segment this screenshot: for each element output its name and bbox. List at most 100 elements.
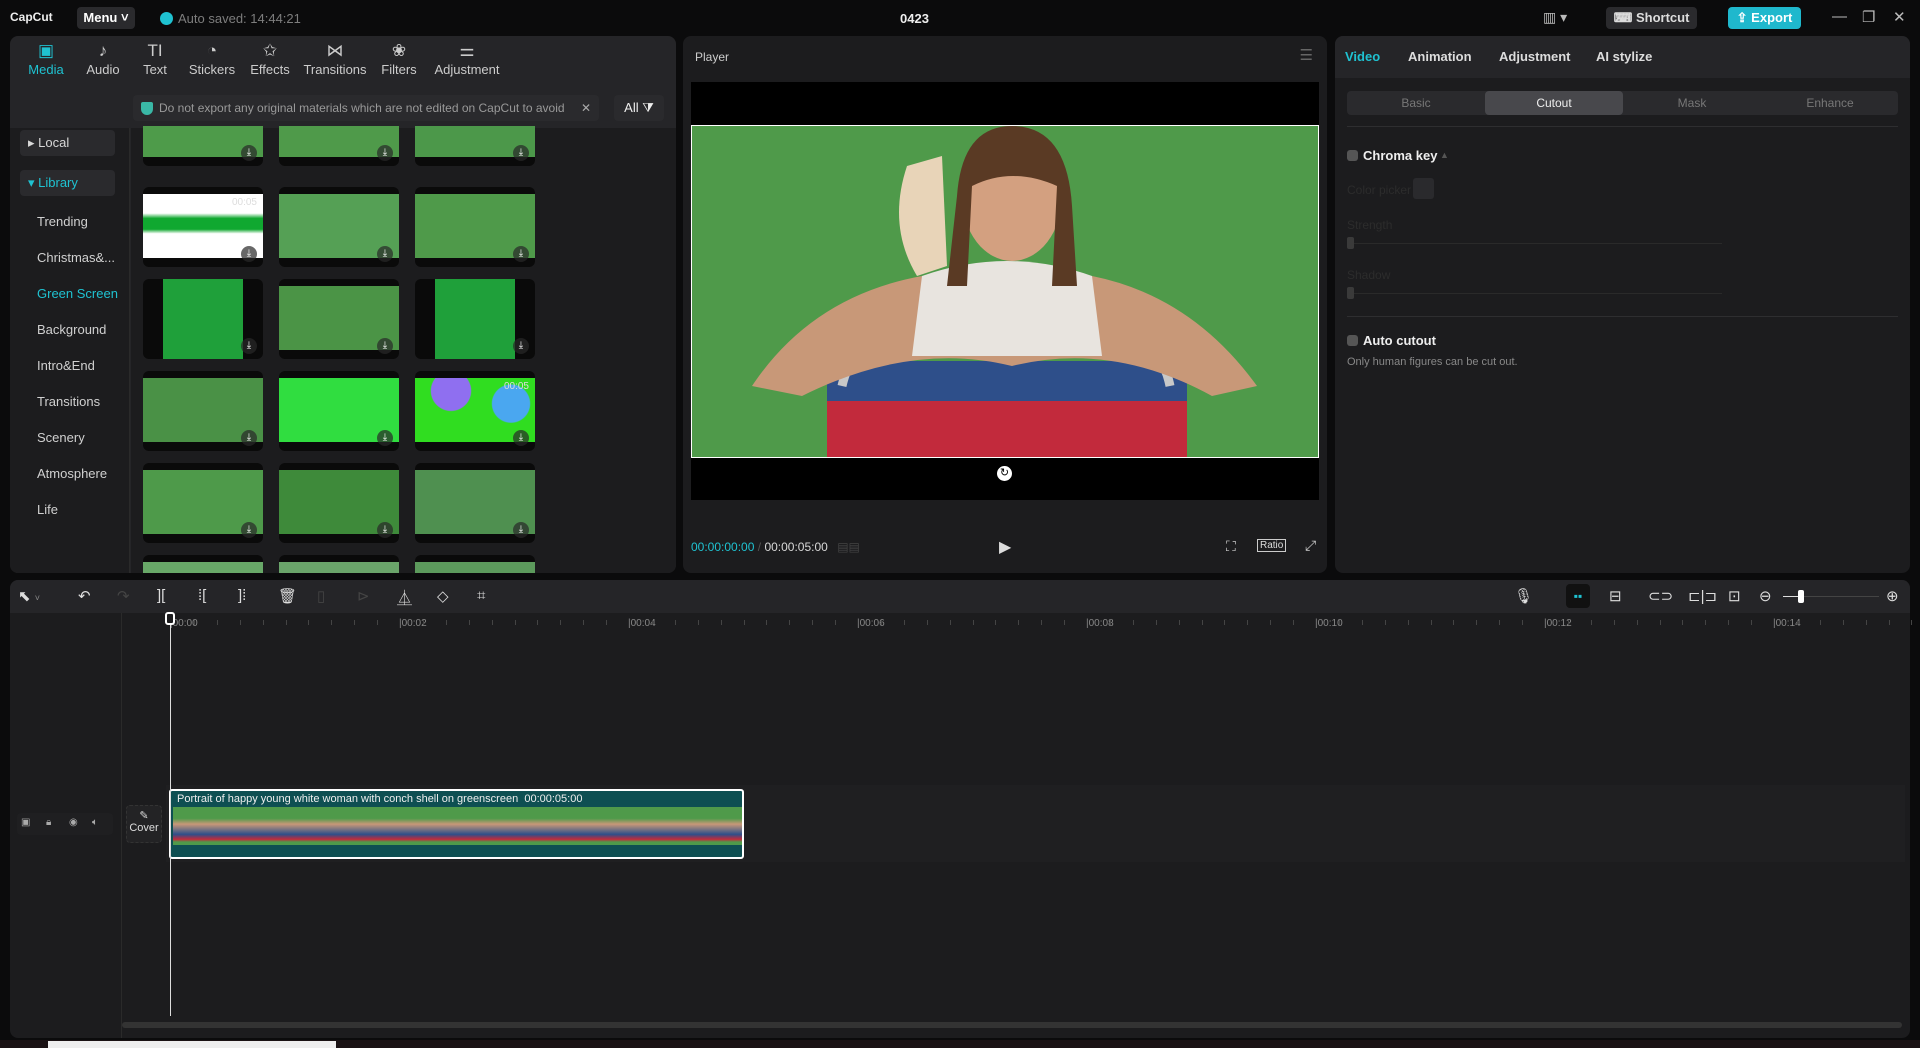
player-menu-icon[interactable]: ☰ bbox=[1300, 46, 1313, 64]
playhead[interactable] bbox=[170, 614, 171, 1016]
download-icon[interactable]: ⤓ bbox=[513, 246, 529, 262]
lock-icon[interactable]: 🔒︎ bbox=[46, 817, 51, 828]
auto-cutout-checkbox[interactable] bbox=[1347, 335, 1358, 346]
download-icon[interactable]: ⤓ bbox=[513, 338, 529, 354]
tab-ai-stylize[interactable]: AI stylize bbox=[1596, 49, 1652, 64]
media-thumbnail[interactable]: 00:05 ⤓ bbox=[415, 371, 535, 451]
media-thumbnail[interactable]: ⤓ bbox=[143, 126, 263, 166]
download-icon[interactable]: ⤓ bbox=[241, 338, 257, 354]
redo-icon[interactable]: ↷ bbox=[117, 587, 130, 605]
subtab-enhance[interactable]: Enhance bbox=[1761, 91, 1899, 115]
download-icon[interactable]: ⤓ bbox=[241, 145, 257, 161]
download-icon[interactable]: ⤓ bbox=[513, 145, 529, 161]
zoom-out-icon[interactable]: ⊖ bbox=[1759, 587, 1772, 605]
media-thumbnail[interactable]: ⤓ bbox=[415, 279, 535, 359]
strength-slider-handle[interactable] bbox=[1347, 237, 1354, 249]
sidebar-item-green-screen[interactable]: Green Screen bbox=[37, 286, 118, 301]
magnet-snap-button[interactable]: ▪▪ bbox=[1566, 584, 1590, 608]
shadow-slider[interactable] bbox=[1347, 293, 1722, 294]
shortcut-button[interactable]: ⌨ Shortcut bbox=[1606, 7, 1697, 29]
video-clip[interactable]: Portrait of happy young white woman with… bbox=[169, 789, 744, 859]
volume-icon[interactable]: 🔈︎ bbox=[92, 817, 98, 828]
timeline-horizontal-scrollbar[interactable] bbox=[122, 1022, 1902, 1028]
tab-video[interactable]: Video bbox=[1345, 49, 1380, 64]
undo-icon[interactable]: ↶ bbox=[78, 587, 91, 605]
media-thumbnail[interactable]: ⤓ bbox=[279, 463, 399, 543]
media-thumbnail[interactable]: ⤓ bbox=[415, 126, 535, 166]
rotate-handle-icon[interactable]: ↻ bbox=[997, 466, 1012, 481]
selection-frame[interactable] bbox=[691, 125, 1319, 458]
download-icon[interactable]: ⤓ bbox=[241, 246, 257, 262]
download-icon[interactable]: ⤓ bbox=[377, 145, 393, 161]
ruler-zoom-icon[interactable]: ⊡ bbox=[1728, 587, 1741, 605]
sidebar-item-intro-end[interactable]: Intro&End bbox=[37, 358, 95, 373]
tab-audio[interactable]: ♪ Audio bbox=[73, 40, 133, 77]
download-icon[interactable]: ⤓ bbox=[377, 522, 393, 538]
sidebar-item-trending[interactable]: Trending bbox=[37, 214, 88, 229]
split-left-icon[interactable]: ⁞[ bbox=[198, 587, 206, 604]
media-thumbnail[interactable]: ⤓ bbox=[415, 555, 535, 573]
menu-button[interactable]: Menu ˅ bbox=[77, 7, 135, 29]
export-button[interactable]: ⇪ Export bbox=[1728, 7, 1801, 29]
tab-transitions[interactable]: ⋈ Transitions bbox=[300, 40, 370, 77]
tab-text[interactable]: TI Text bbox=[132, 40, 178, 77]
play-button[interactable]: ▶ bbox=[999, 537, 1011, 557]
zoom-in-icon[interactable]: ⊕ bbox=[1886, 587, 1899, 605]
preview-canvas[interactable]: ↻ bbox=[691, 82, 1319, 500]
reverse-icon[interactable]: ⊳ bbox=[357, 587, 370, 605]
collapse-icon[interactable]: ▲ bbox=[1440, 150, 1449, 160]
layout-icon[interactable]: ▥ ▾ bbox=[1543, 9, 1567, 26]
sidebar-item-life[interactable]: Life bbox=[37, 502, 58, 517]
track-video-icon[interactable]: ▣ bbox=[21, 817, 30, 828]
shadow-slider-handle[interactable] bbox=[1347, 287, 1354, 299]
delete-icon[interactable]: 🗑︎ bbox=[278, 587, 297, 605]
subtab-cutout[interactable]: Cutout bbox=[1485, 91, 1623, 115]
filter-all-button[interactable]: All ⧩ bbox=[614, 95, 664, 121]
color-picker-button[interactable] bbox=[1413, 178, 1434, 199]
media-thumbnail[interactable]: ⤓ bbox=[143, 279, 263, 359]
microphone-icon[interactable]: 🎙︎ bbox=[1514, 587, 1533, 605]
split-preview-icon[interactable]: ⊏|⊐ bbox=[1688, 587, 1717, 605]
sidebar-library[interactable]: ▾ Library bbox=[20, 170, 115, 196]
fullscreen-icon[interactable]: ⤢ bbox=[1305, 537, 1316, 554]
crop-icon[interactable]: ⌗ bbox=[477, 587, 485, 604]
sidebar-item-transitions[interactable]: Transitions bbox=[37, 394, 100, 409]
tab-stickers[interactable]: ◔ Stickers bbox=[182, 40, 242, 77]
tab-animation[interactable]: Animation bbox=[1408, 49, 1472, 64]
minimize-icon[interactable]: — bbox=[1832, 8, 1847, 25]
link-icon[interactable]: ⊂⊃ bbox=[1648, 587, 1673, 605]
media-thumbnail[interactable]: ⤓ bbox=[415, 187, 535, 267]
sidebar-local[interactable]: ▸ Local bbox=[20, 130, 115, 156]
subtab-mask[interactable]: Mask bbox=[1623, 91, 1761, 115]
media-thumbnail[interactable]: ⤓ bbox=[279, 279, 399, 359]
tab-filters[interactable]: ❀ Filters bbox=[374, 40, 424, 77]
zoom-fit-icon[interactable]: ⛶ bbox=[1226, 538, 1236, 555]
rotate-icon[interactable]: ◇ bbox=[437, 587, 449, 605]
close-notice-icon[interactable]: ✕ bbox=[574, 95, 591, 121]
tab-effects[interactable]: ✩ Effects bbox=[244, 40, 296, 77]
media-thumbnail[interactable]: 00:05 ⤓ bbox=[143, 187, 263, 267]
restore-icon[interactable]: ❐ bbox=[1862, 8, 1875, 26]
media-thumbnail[interactable]: ⤓ bbox=[279, 371, 399, 451]
cover-button[interactable]: ✎ Cover bbox=[126, 805, 162, 843]
strength-slider[interactable] bbox=[1347, 243, 1722, 244]
media-thumbnail[interactable]: ⤓ bbox=[143, 463, 263, 543]
download-icon[interactable]: ⤓ bbox=[377, 338, 393, 354]
sidebar-item-background[interactable]: Background bbox=[37, 322, 106, 337]
chroma-key-checkbox[interactable] bbox=[1347, 150, 1358, 161]
download-icon[interactable]: ⤓ bbox=[513, 522, 529, 538]
download-icon[interactable]: ⤓ bbox=[377, 430, 393, 446]
download-icon[interactable]: ⤓ bbox=[241, 522, 257, 538]
playhead-handle[interactable] bbox=[165, 612, 175, 625]
select-tool-icon[interactable]: ⬉ ˅ bbox=[18, 587, 40, 605]
media-thumbnail[interactable]: ⤓ bbox=[279, 187, 399, 267]
tab-adjustment-right[interactable]: Adjustment bbox=[1499, 49, 1571, 64]
sidebar-item-scenery[interactable]: Scenery bbox=[37, 430, 85, 445]
eye-icon[interactable]: ◉ bbox=[69, 817, 78, 828]
subtab-basic[interactable]: Basic bbox=[1347, 91, 1485, 115]
download-icon[interactable]: ⤓ bbox=[241, 430, 257, 446]
media-thumbnail[interactable]: ⤓ bbox=[415, 463, 535, 543]
tab-adjustment[interactable]: ⚌ Adjustment bbox=[428, 40, 506, 77]
zoom-slider-handle[interactable] bbox=[1798, 590, 1804, 603]
mirror-icon[interactable]: ⏅ bbox=[397, 587, 412, 608]
